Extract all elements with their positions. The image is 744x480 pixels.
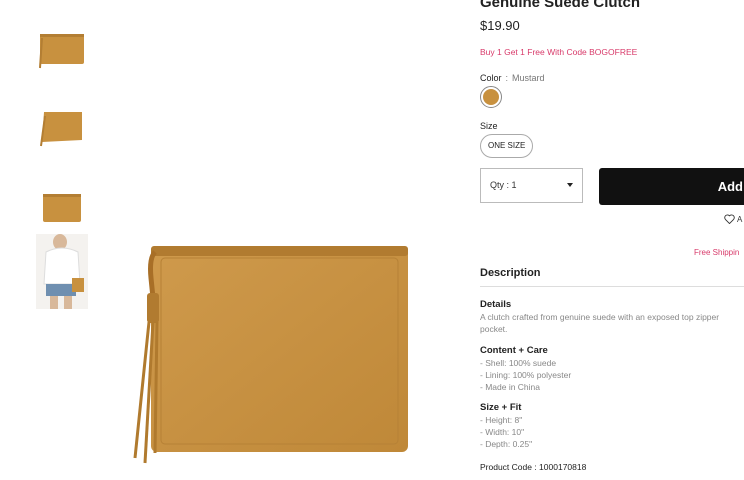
content-line-lining: - Lining: 100% polyester (480, 370, 572, 380)
quantity-select[interactable]: Qty : 1 (480, 168, 583, 203)
size-option-one-size[interactable]: ONE SIZE (480, 134, 534, 158)
chevron-down-icon (567, 183, 573, 187)
divider (480, 286, 744, 287)
color-swatch-mustard[interactable] (480, 86, 502, 108)
main-product-image (125, 238, 410, 475)
free-shipping-link[interactable]: Free Shippin (694, 248, 739, 257)
promo-text: Buy 1 Get 1 Free With Code BOGOFREE (480, 47, 638, 57)
color-label: Color (480, 73, 502, 83)
content-care-heading: Content + Care (480, 345, 548, 356)
color-separator: : (505, 73, 509, 83)
heart-icon (724, 214, 735, 224)
color-row: Color: Mustard (480, 73, 545, 83)
quantity-label: Qty : 1 (490, 180, 517, 190)
size-fit-depth: - Depth: 0.25" (480, 439, 533, 449)
size-fit-height: - Height: 8" (480, 415, 523, 425)
thumbnail-clutch-angle[interactable] (36, 90, 88, 168)
product-price: $19.90 (480, 18, 520, 33)
description-heading[interactable]: Description (480, 267, 541, 279)
wishlist-label: A (737, 214, 743, 224)
wishlist-link[interactable]: A (724, 214, 742, 224)
size-fit-width: - Width: 10" (480, 427, 525, 437)
product-title: Genuine Suede Clutch (480, 0, 641, 11)
content-line-origin: - Made in China (480, 382, 541, 392)
content-line-shell: - Shell: 100% suede (480, 358, 557, 368)
thumbnail-model-wearing[interactable] (36, 234, 88, 309)
details-line-2: pocket. (480, 324, 508, 334)
color-value: Mustard (512, 73, 545, 83)
thumbnail-clutch-front[interactable] (36, 12, 88, 90)
size-label: Size (480, 121, 498, 131)
details-line-1: A clutch crafted from genuine suede with… (480, 312, 720, 322)
swatch-fill (483, 89, 499, 105)
product-code: Product Code : 1000170818 (480, 462, 587, 472)
size-fit-heading: Size + Fit (480, 402, 522, 413)
add-to-bag-button[interactable]: Add (599, 168, 744, 205)
details-heading: Details (480, 299, 512, 310)
